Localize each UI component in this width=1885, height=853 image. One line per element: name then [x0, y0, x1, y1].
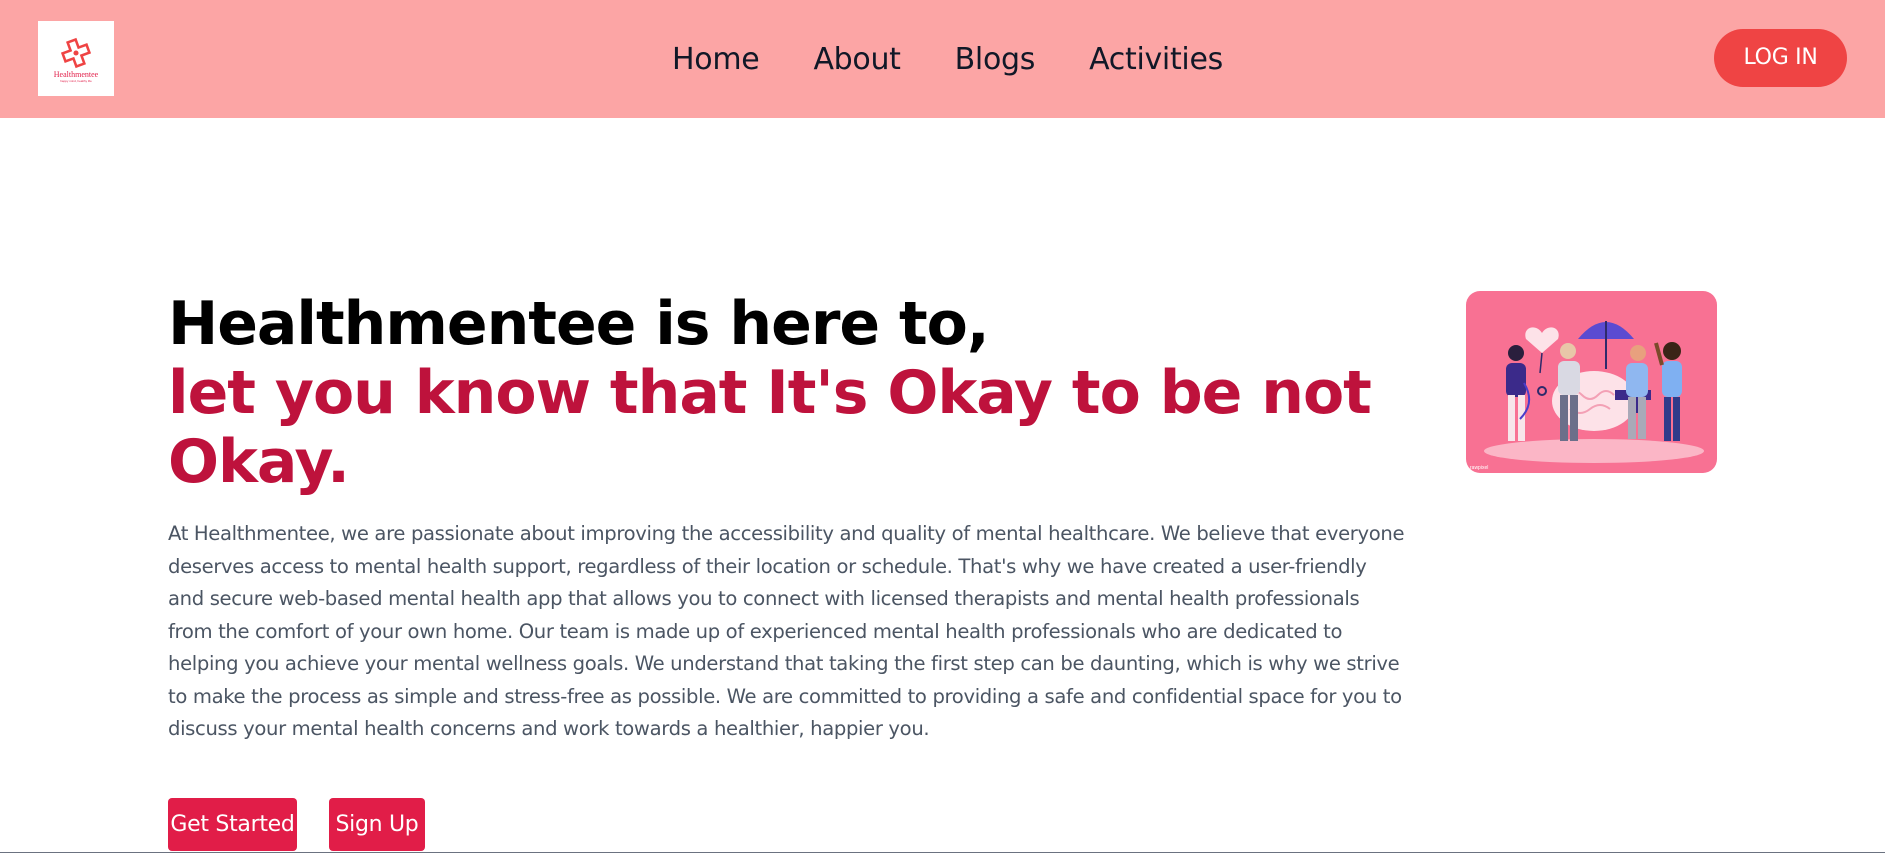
- hero-title-highlight: let you know that It's Okay to be not Ok…: [168, 358, 1372, 497]
- main-nav: Home About Blogs Activities: [0, 38, 1885, 82]
- get-started-button[interactable]: Get Started: [168, 798, 297, 851]
- login-button[interactable]: LOG IN: [1714, 29, 1847, 87]
- nav-activities[interactable]: Activities: [1089, 38, 1223, 82]
- sign-up-button[interactable]: Sign Up: [329, 798, 425, 851]
- nav-home[interactable]: Home: [672, 38, 760, 82]
- hero-title-line1: Healthmentee is here to,: [168, 289, 990, 359]
- mental-health-illustration: rawpixel: [1466, 291, 1717, 473]
- nav-about[interactable]: About: [813, 38, 901, 82]
- hero-title: Healthmentee is here to, let you know th…: [168, 290, 1428, 497]
- svg-text:rawpixel: rawpixel: [1470, 465, 1488, 471]
- navbar: Healthmentee happy mind, healthy life Ho…: [0, 0, 1885, 118]
- hero-description: At Healthmentee, we are passionate about…: [168, 522, 1405, 740]
- nav-blogs[interactable]: Blogs: [955, 38, 1036, 82]
